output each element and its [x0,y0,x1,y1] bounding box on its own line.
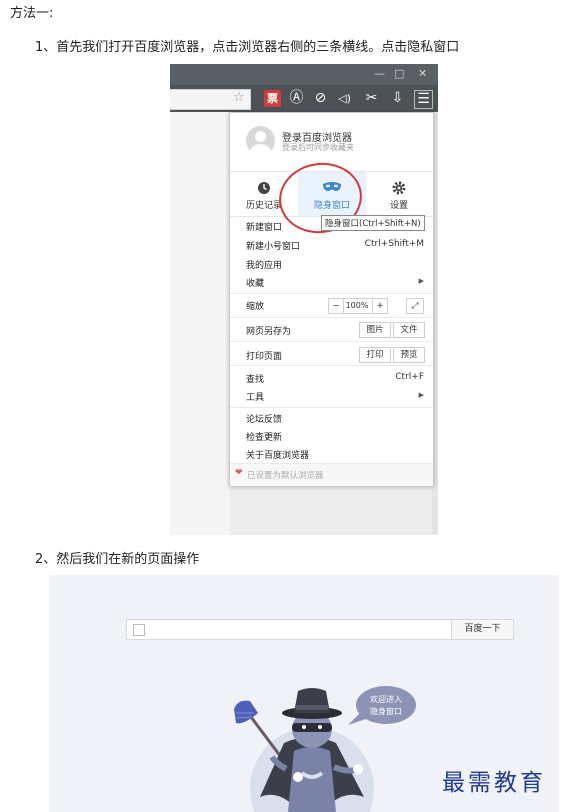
menu-item-about[interactable]: 关于百度浏览器 [246,448,309,461]
search-box-icon [133,624,145,636]
incognito-mascot: 欢迎进入 隐身窗口 [234,686,416,812]
menu-item-check-update[interactable]: 检查更新 [246,430,282,443]
menu-item-find[interactable]: 查找 [246,372,264,385]
incognito-tooltip: 隐身窗口(Ctrl+Shift+N) [321,215,425,231]
fullscreen-button[interactable]: ⤢ [406,298,424,314]
divider [230,317,433,318]
compass-icon[interactable]: ⊘ [312,90,329,107]
find-shortcut: Ctrl+F [395,372,424,382]
star-icon[interactable]: ☆ [233,90,245,105]
speaker-icon[interactable]: ◁) [336,90,353,107]
search-button[interactable]: 百度一下 [451,619,514,640]
close-icon[interactable]: ✕ [418,67,427,80]
tools-arrow-icon: ▶ [418,391,424,399]
heart-icon: ❤ [235,468,243,478]
save-image-button[interactable]: 图片 [359,322,391,338]
login-subtitle: 登录后可同步收藏夹 [282,143,354,152]
menu-item-my-apps[interactable]: 我的应用 [246,258,282,271]
maximize-icon[interactable]: □ [394,67,404,80]
bubble-line-2: 隐身窗口 [370,706,402,716]
search-input[interactable] [126,619,453,640]
page-background [170,112,230,535]
menu-item-new-small-window[interactable]: 新建小号窗口 [246,239,300,252]
new-small-window-shortcut: Ctrl+Shift+M [364,239,424,249]
browser-menu-screenshot: — □ ✕ ☆ 票 Ⓐ ⊘ ◁) ✂ ⇩ ☰ 登录百度浏览器 登录后可同步收藏夹… [170,64,438,535]
menu-icon[interactable]: ☰ [414,90,433,109]
step-2-text: 2、然后我们在新的页面操作 [35,552,200,567]
page-heading: 方法一: [10,6,54,21]
print-button[interactable]: 打印 [359,347,391,363]
menu-item-tools[interactable]: 工具 [246,390,264,403]
fullscreen-icon: ⤢ [411,301,419,311]
favorites-arrow-icon: ▶ [418,277,424,285]
menu-item-forum-feedback[interactable]: 论坛反馈 [246,412,282,425]
divider [230,407,433,408]
tab-settings-label: 设置 [389,201,408,211]
menu-item-save-as: 网页另存为 [246,327,292,337]
tab-settings[interactable]: 设置 [365,172,433,216]
menu-item-print-page: 打印页面 [246,352,283,362]
minimize-icon[interactable]: — [374,67,385,80]
divider [230,365,433,366]
divider [230,293,433,294]
default-browser-label: 已设置为默认浏览器 [247,471,324,481]
save-file-button[interactable]: 文件 [393,322,425,338]
menu-item-zoom: 缩放 [246,302,265,312]
title-bar: — □ ✕ [170,64,438,85]
default-browser-row: ❤ 已设置为默认浏览器 [230,463,433,486]
scissors-icon[interactable]: ✂ [363,90,380,107]
ticket-icon[interactable]: 票 [264,90,281,107]
watermark: 最需教育 [442,770,546,796]
zoom-in-button[interactable]: + [372,298,388,314]
avatar[interactable] [246,126,275,155]
preview-button[interactable]: 预览 [393,347,425,363]
divider [230,341,433,342]
download-icon[interactable]: ⇩ [389,90,406,107]
gear-icon [365,181,433,197]
zoom-value: 100% [343,298,371,314]
menu-item-favorites[interactable]: 收藏 [246,276,264,289]
bubble-line-1: 欢迎进入 [370,694,402,704]
step-1-text: 1、首先我们打开百度浏览器，点击浏览器右侧的三条横线。点击隐私窗口 [35,40,460,55]
a-circle-icon[interactable]: Ⓐ [288,90,305,107]
address-bar[interactable]: ☆ [170,89,251,110]
zoom-out-button[interactable]: − [328,298,344,314]
menu-item-new-window[interactable]: 新建窗口 [246,220,282,233]
